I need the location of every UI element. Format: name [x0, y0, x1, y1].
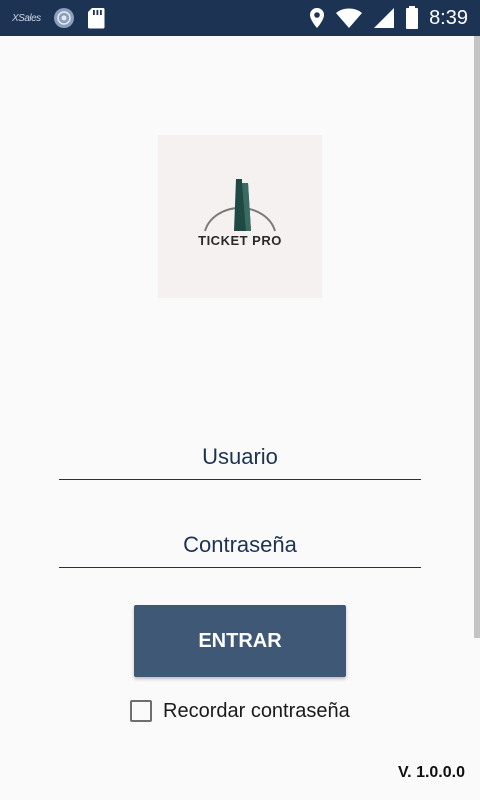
globe-icon	[53, 7, 75, 29]
location-icon	[309, 7, 325, 29]
status-bar-left: XSales	[12, 0, 105, 36]
ticket-pro-logo-icon	[204, 179, 276, 232]
wifi-icon	[335, 7, 363, 29]
logo-wordmark: TICKET PRO	[198, 233, 282, 248]
login-button[interactable]: ENTRAR	[134, 605, 346, 677]
status-bar-right: 8:39	[309, 0, 468, 36]
username-input[interactable]	[59, 434, 421, 480]
app-version: V. 1.0.0.0	[397, 764, 465, 781]
sd-card-icon	[87, 7, 105, 29]
status-clock: 8:39	[429, 6, 468, 29]
password-input[interactable]	[59, 522, 421, 568]
status-bar: XSales 8:39	[0, 0, 480, 36]
battery-icon	[405, 6, 419, 30]
remember-password-label: Recordar contraseña	[163, 699, 350, 722]
xsales-logo-icon: XSales	[12, 12, 41, 24]
remember-password-row[interactable]: Recordar contraseña	[130, 697, 350, 725]
cell-signal-icon	[373, 7, 395, 29]
app-logo: TICKET PRO	[158, 135, 322, 298]
remember-password-checkbox[interactable]	[130, 700, 152, 722]
scrollbar-thumb[interactable]	[474, 36, 480, 638]
